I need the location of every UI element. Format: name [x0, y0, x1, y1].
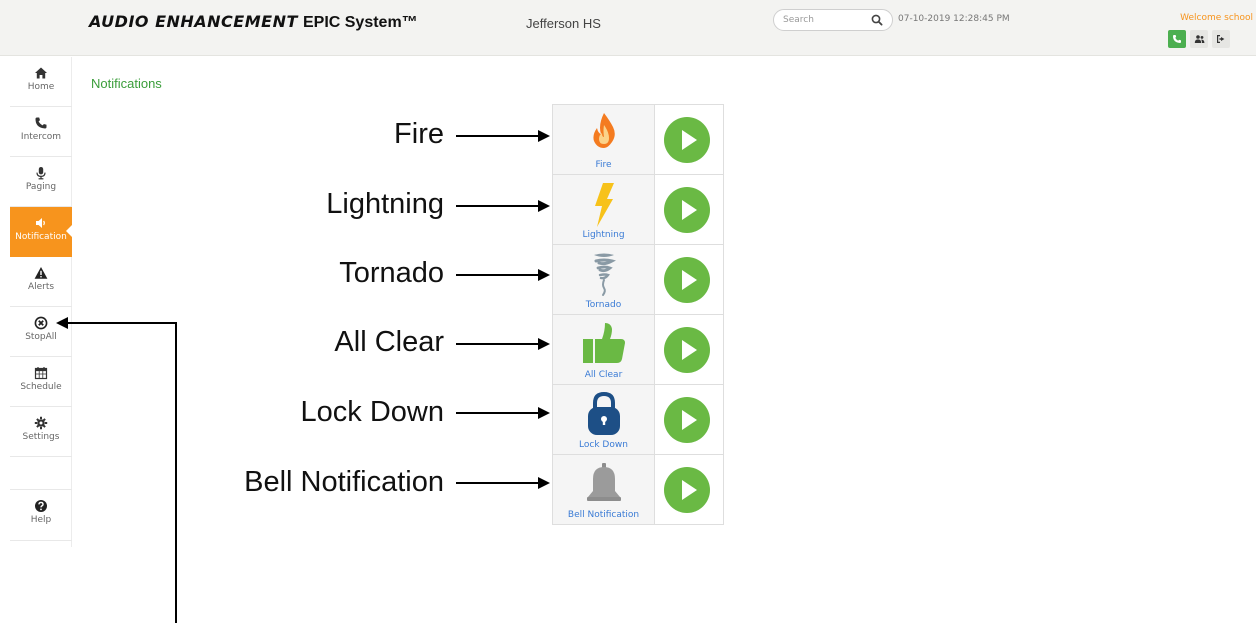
- arrowhead: [538, 407, 550, 419]
- notification-bell[interactable]: Bell Notification: [553, 455, 655, 525]
- notification-label: Tornado: [585, 300, 622, 310]
- home-icon: [35, 67, 47, 79]
- annotation-label: Tornado: [339, 257, 444, 289]
- call-button[interactable]: [1168, 30, 1186, 48]
- phone-icon: [35, 117, 47, 129]
- sidebar-nav: Home Intercom Paging Notification Alerts: [0, 57, 73, 547]
- welcome-message: Welcome school: [1180, 13, 1253, 23]
- page-title: Notifications: [91, 76, 162, 91]
- notification-fire[interactable]: Fire: [553, 105, 655, 175]
- brand-name: AUDIO ENHANCEMENT: [89, 12, 298, 31]
- sidebar-item-label: Schedule: [20, 382, 62, 392]
- sidebar-item-paging[interactable]: Paging: [10, 157, 72, 207]
- datetime-display: 07-10-2019 12:28:45 PM: [898, 14, 1010, 24]
- help-icon: [35, 500, 47, 512]
- phone-icon: [1173, 35, 1181, 43]
- brand-product: EPIC System™: [302, 14, 418, 31]
- lightning-icon: [594, 183, 614, 227]
- thumbs-up-icon: [582, 323, 625, 363]
- arrowhead: [538, 200, 550, 212]
- sidebar-item-schedule[interactable]: Schedule: [10, 357, 72, 407]
- logout-icon: [1217, 35, 1225, 43]
- calendar-icon: [34, 367, 48, 380]
- sidebar-item-settings[interactable]: Settings: [10, 407, 72, 457]
- annotation-label: Lightning: [326, 188, 444, 220]
- arrowhead: [538, 269, 550, 281]
- play-icon: [664, 397, 710, 443]
- play-icon: [664, 467, 710, 513]
- sidebar-item-label: Alerts: [27, 282, 55, 292]
- school-name: Jefferson HS: [526, 16, 601, 31]
- speaker-icon: [36, 218, 45, 228]
- app-brand: AUDIO ENHANCEMENT EPIC System™: [89, 12, 418, 32]
- arrowhead: [538, 477, 550, 489]
- notification-label: All Clear: [584, 370, 623, 380]
- gear-icon: [34, 416, 48, 430]
- microphone-icon: [36, 167, 46, 180]
- notification-tornado[interactable]: Tornado: [553, 245, 655, 315]
- notification-label: Fire: [595, 160, 612, 170]
- annotation-label: Fire: [394, 118, 444, 150]
- sidebar-item-label: Notification: [15, 232, 67, 242]
- bell-icon: [586, 463, 621, 501]
- play-icon: [664, 187, 710, 233]
- notification-label: Lightning: [582, 230, 625, 240]
- sidebar-item-label: Help: [30, 515, 52, 525]
- stop-circle-icon: [34, 316, 48, 330]
- play-icon: [664, 257, 710, 303]
- logout-button[interactable]: [1212, 30, 1230, 48]
- sidebar-item-stopall[interactable]: StopAll: [10, 307, 72, 357]
- notification-row: Lightning: [553, 175, 724, 245]
- notification-lock-down[interactable]: Lock Down: [553, 385, 655, 455]
- play-icon: [664, 117, 710, 163]
- play-button-tornado[interactable]: [655, 245, 724, 315]
- search-icon[interactable]: [870, 13, 884, 27]
- users-icon: [1194, 35, 1204, 43]
- search-box[interactable]: [773, 9, 893, 31]
- play-icon: [664, 327, 710, 373]
- notification-grid: Fire Lightning Tornado All Clear Lock Do…: [552, 104, 724, 525]
- play-button-bell[interactable]: [655, 455, 724, 525]
- sidebar-item-label: Settings: [22, 432, 60, 442]
- arrowhead: [538, 130, 550, 142]
- annotation-label: Lock Down: [300, 396, 444, 428]
- annotation-label: Bell Notification: [244, 466, 444, 498]
- notification-row: Tornado: [553, 245, 724, 315]
- sidebar-item-home[interactable]: Home: [10, 57, 72, 107]
- notification-label: Bell Notification: [567, 510, 640, 520]
- fire-icon: [592, 113, 615, 148]
- annotation-label: All Clear: [334, 326, 444, 358]
- notification-lightning[interactable]: Lightning: [553, 175, 655, 245]
- header-bar: AUDIO ENHANCEMENT EPIC System™ Jefferson…: [0, 0, 1256, 56]
- notification-row: Lock Down: [553, 385, 724, 455]
- notification-row: Fire: [553, 105, 724, 175]
- notification-row: All Clear: [553, 315, 724, 385]
- notification-label: Lock Down: [579, 440, 628, 450]
- sidebar-item-help[interactable]: Help: [10, 489, 72, 541]
- sidebar-item-label: Home: [27, 82, 55, 92]
- search-input[interactable]: [783, 13, 861, 27]
- play-button-all-clear[interactable]: [655, 315, 724, 385]
- sidebar-item-notification[interactable]: Notification: [10, 207, 73, 257]
- sidebar-item-alerts[interactable]: Alerts: [10, 257, 72, 307]
- notification-row: Bell Notification: [553, 455, 724, 525]
- lock-icon: [587, 391, 620, 435]
- sidebar-item-label: StopAll: [25, 332, 57, 342]
- play-button-lightning[interactable]: [655, 175, 724, 245]
- users-button[interactable]: [1190, 30, 1208, 48]
- notification-all-clear[interactable]: All Clear: [553, 315, 655, 385]
- sidebar-item-intercom[interactable]: Intercom: [10, 107, 72, 157]
- play-button-lock-down[interactable]: [655, 385, 724, 455]
- sidebar-item-label: Intercom: [20, 132, 62, 142]
- sidebar-item-label: Paging: [25, 182, 57, 192]
- header-actions: [1168, 30, 1230, 48]
- warning-icon: [34, 267, 48, 279]
- arrowhead: [538, 338, 550, 350]
- tornado-icon: [593, 253, 616, 296]
- play-button-fire[interactable]: [655, 105, 724, 175]
- stopall-arrow-line: [68, 322, 177, 623]
